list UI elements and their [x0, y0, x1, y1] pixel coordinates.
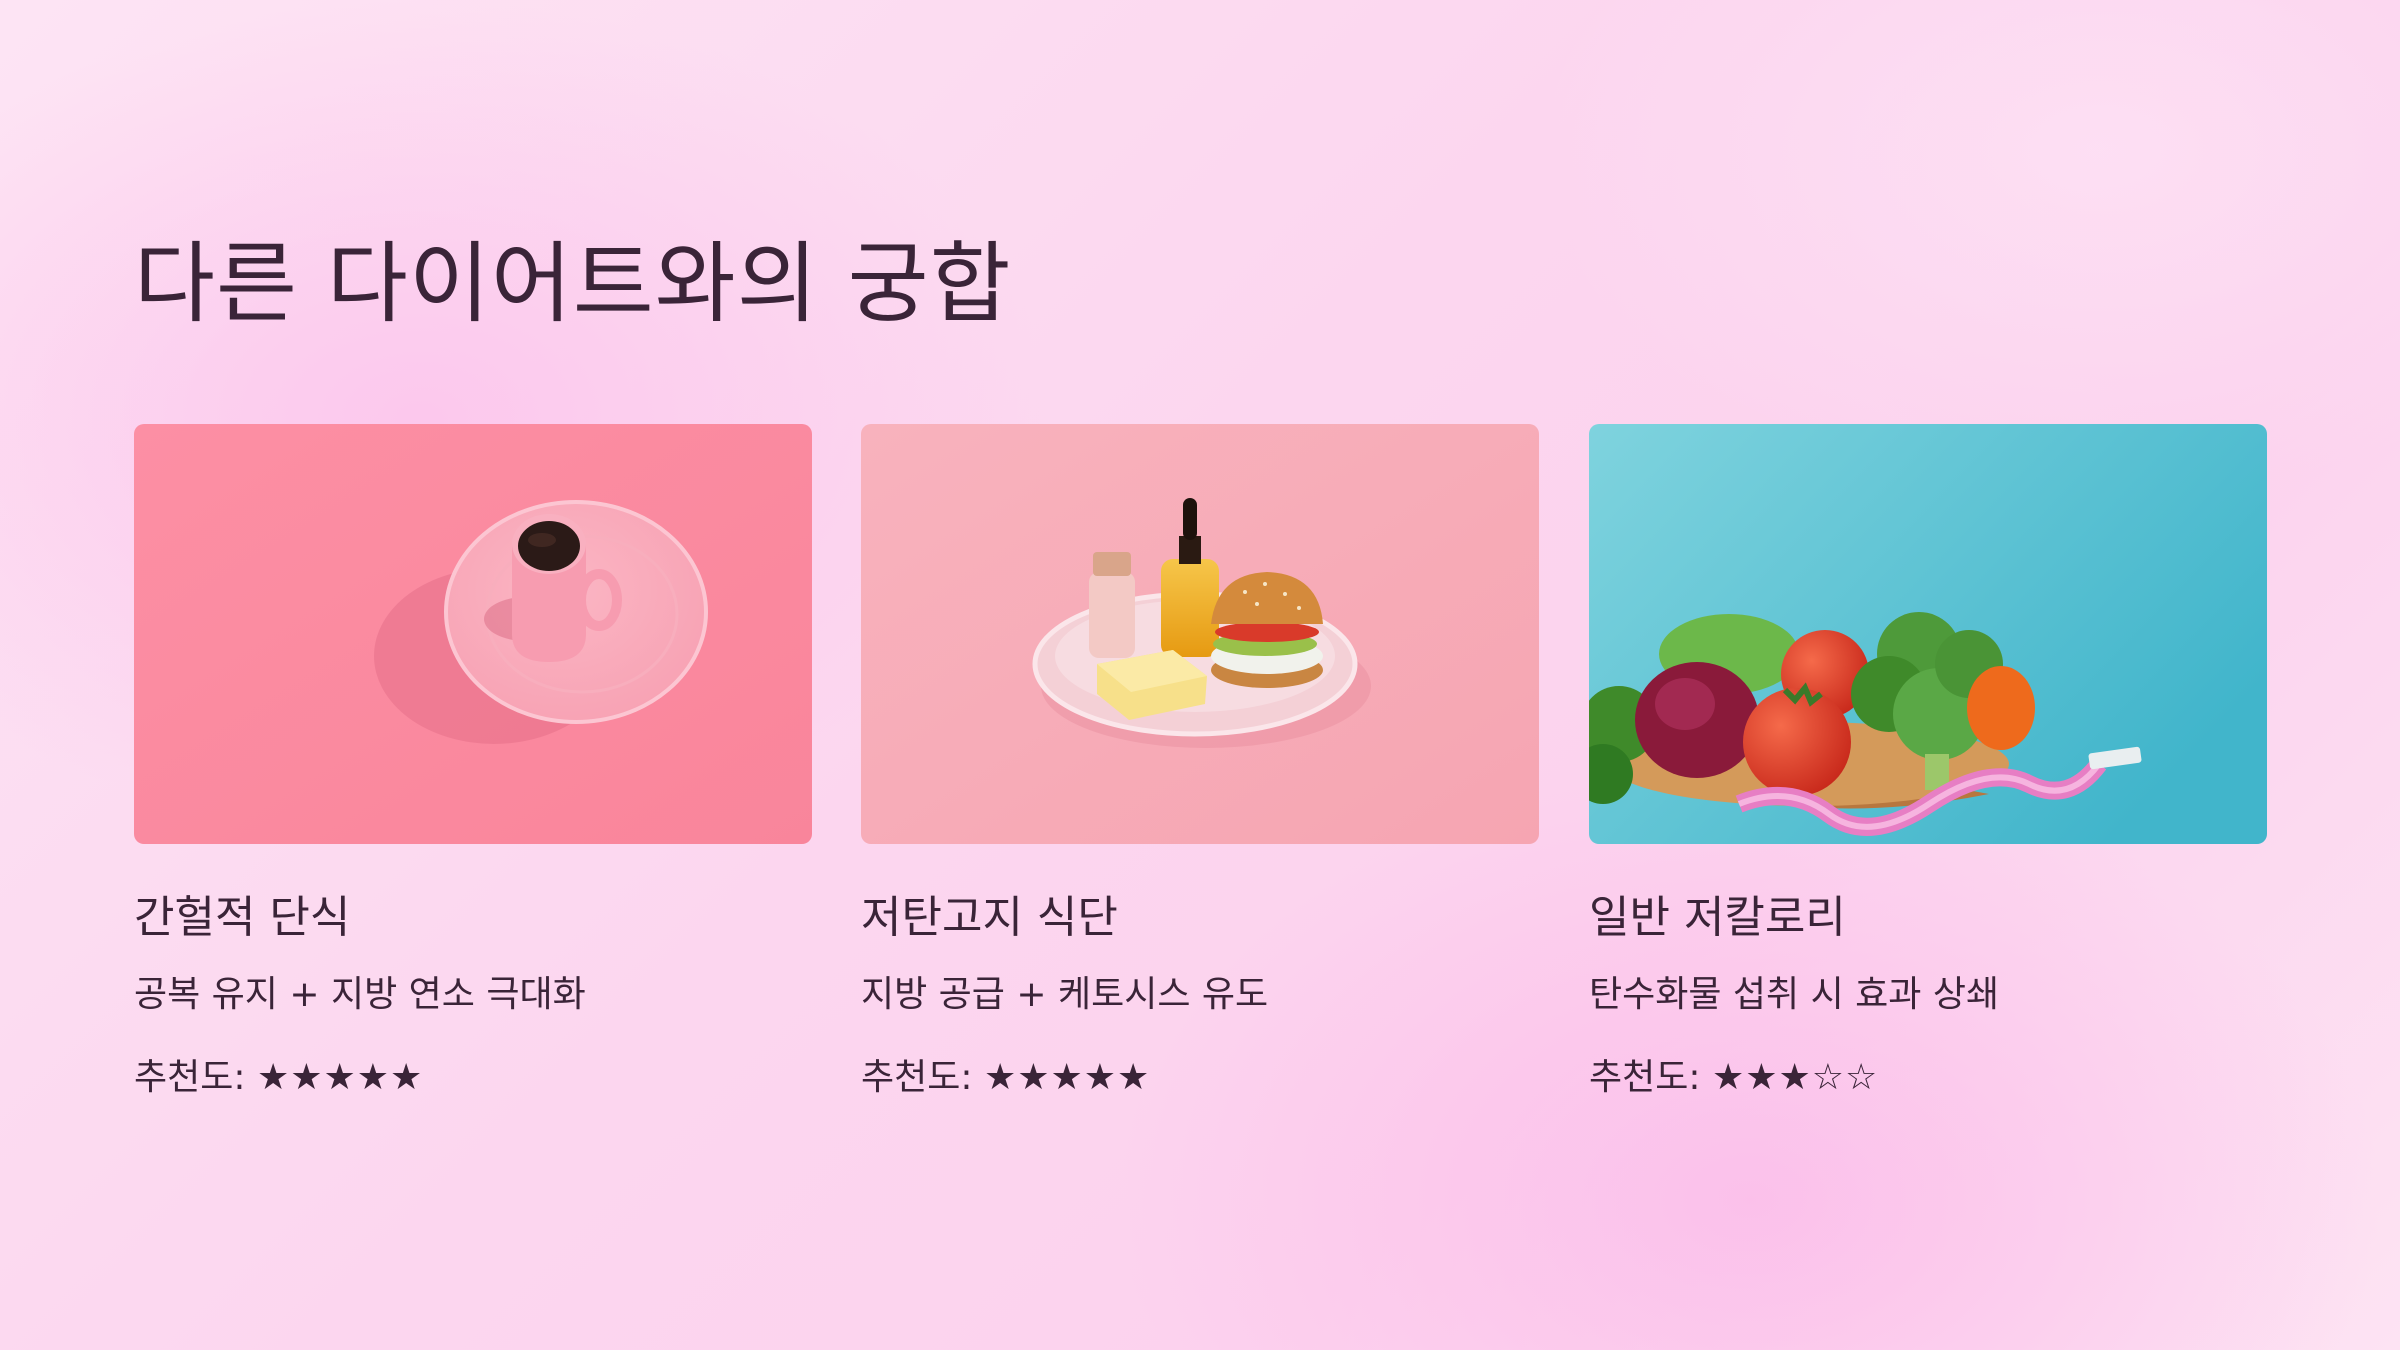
rating-label: 추천도: [1589, 1056, 1701, 1098]
card-description: 지방 공급 + 케토시스 유도 [861, 973, 1269, 1015]
slide-title: 다른 다이어트와의 궁합 [134, 232, 1012, 335]
rating: 추천도: ★★★☆☆ [1589, 1056, 2267, 1099]
rating: 추천도: ★★★★★ [861, 1056, 1539, 1099]
star-rating-icon: ★★★★★ [983, 1056, 1151, 1098]
diet-card-low-calorie: 일반 저칼로리 탄수화물 섭취 시 효과 상쇄 추천도: ★★★☆☆ [1589, 424, 2267, 1099]
diet-card-low-carb-high-fat: 저탄고지 식단 지방 공급 + 케토시스 유도 추천도: ★★★★★ [861, 424, 1539, 1099]
star-rating-icon: ★★★☆☆ [1711, 1056, 1879, 1098]
coffee-cup-image [134, 424, 812, 844]
card-title: 저탄고지 식단 [861, 892, 1118, 943]
card-title: 간헐적 단식 [134, 892, 351, 943]
rating-label: 추천도: [134, 1056, 246, 1098]
diet-card-intermittent-fasting: 간헐적 단식 공복 유지 + 지방 연소 극대화 추천도: ★★★★★ [134, 424, 812, 1099]
rating: 추천도: ★★★★★ [134, 1056, 812, 1099]
vegetables-image [1589, 424, 2267, 844]
card-description: 공복 유지 + 지방 연소 극대화 [134, 973, 586, 1015]
star-rating-icon: ★★★★★ [256, 1056, 424, 1098]
rating-label: 추천도: [861, 1056, 973, 1098]
card-description: 탄수화물 섭취 시 효과 상쇄 [1589, 973, 2000, 1015]
card-title: 일반 저칼로리 [1589, 892, 1846, 943]
keto-food-plate-image [861, 424, 1539, 844]
